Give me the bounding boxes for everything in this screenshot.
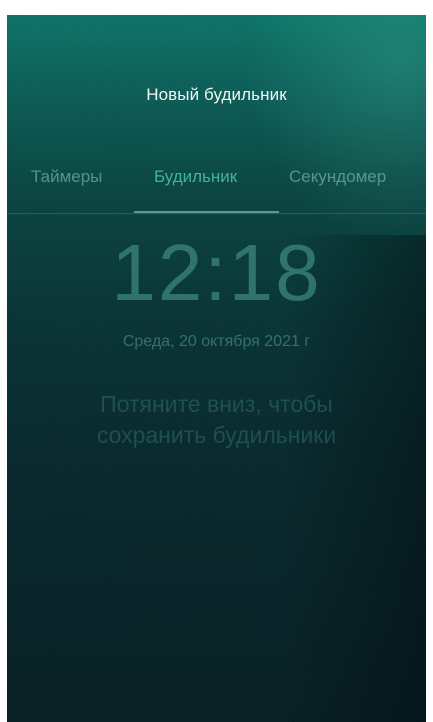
tab-stopwatch[interactable]: Секундомер [289, 167, 386, 187]
hint-line-1: Потяните вниз, чтобы [100, 391, 333, 417]
tab-alarm[interactable]: Будильник [154, 167, 237, 187]
alarm-screen: Новый будильник Таймеры Будильник Секунд… [7, 15, 426, 722]
page-title: Новый будильник [146, 85, 287, 104]
active-tab-indicator [134, 211, 279, 213]
tab-timers[interactable]: Таймеры [31, 167, 102, 187]
hint-line-2: сохранить будильники [96, 422, 337, 448]
tab-bar: Таймеры Будильник Секундомер [7, 165, 426, 214]
clock-date: Среда, 20 октября 2021 г [122, 333, 311, 350]
pull-down-hint: Потяните вниз, чтобы сохранить будильник… [37, 389, 396, 451]
clock-time: 12:18 [111, 228, 322, 317]
